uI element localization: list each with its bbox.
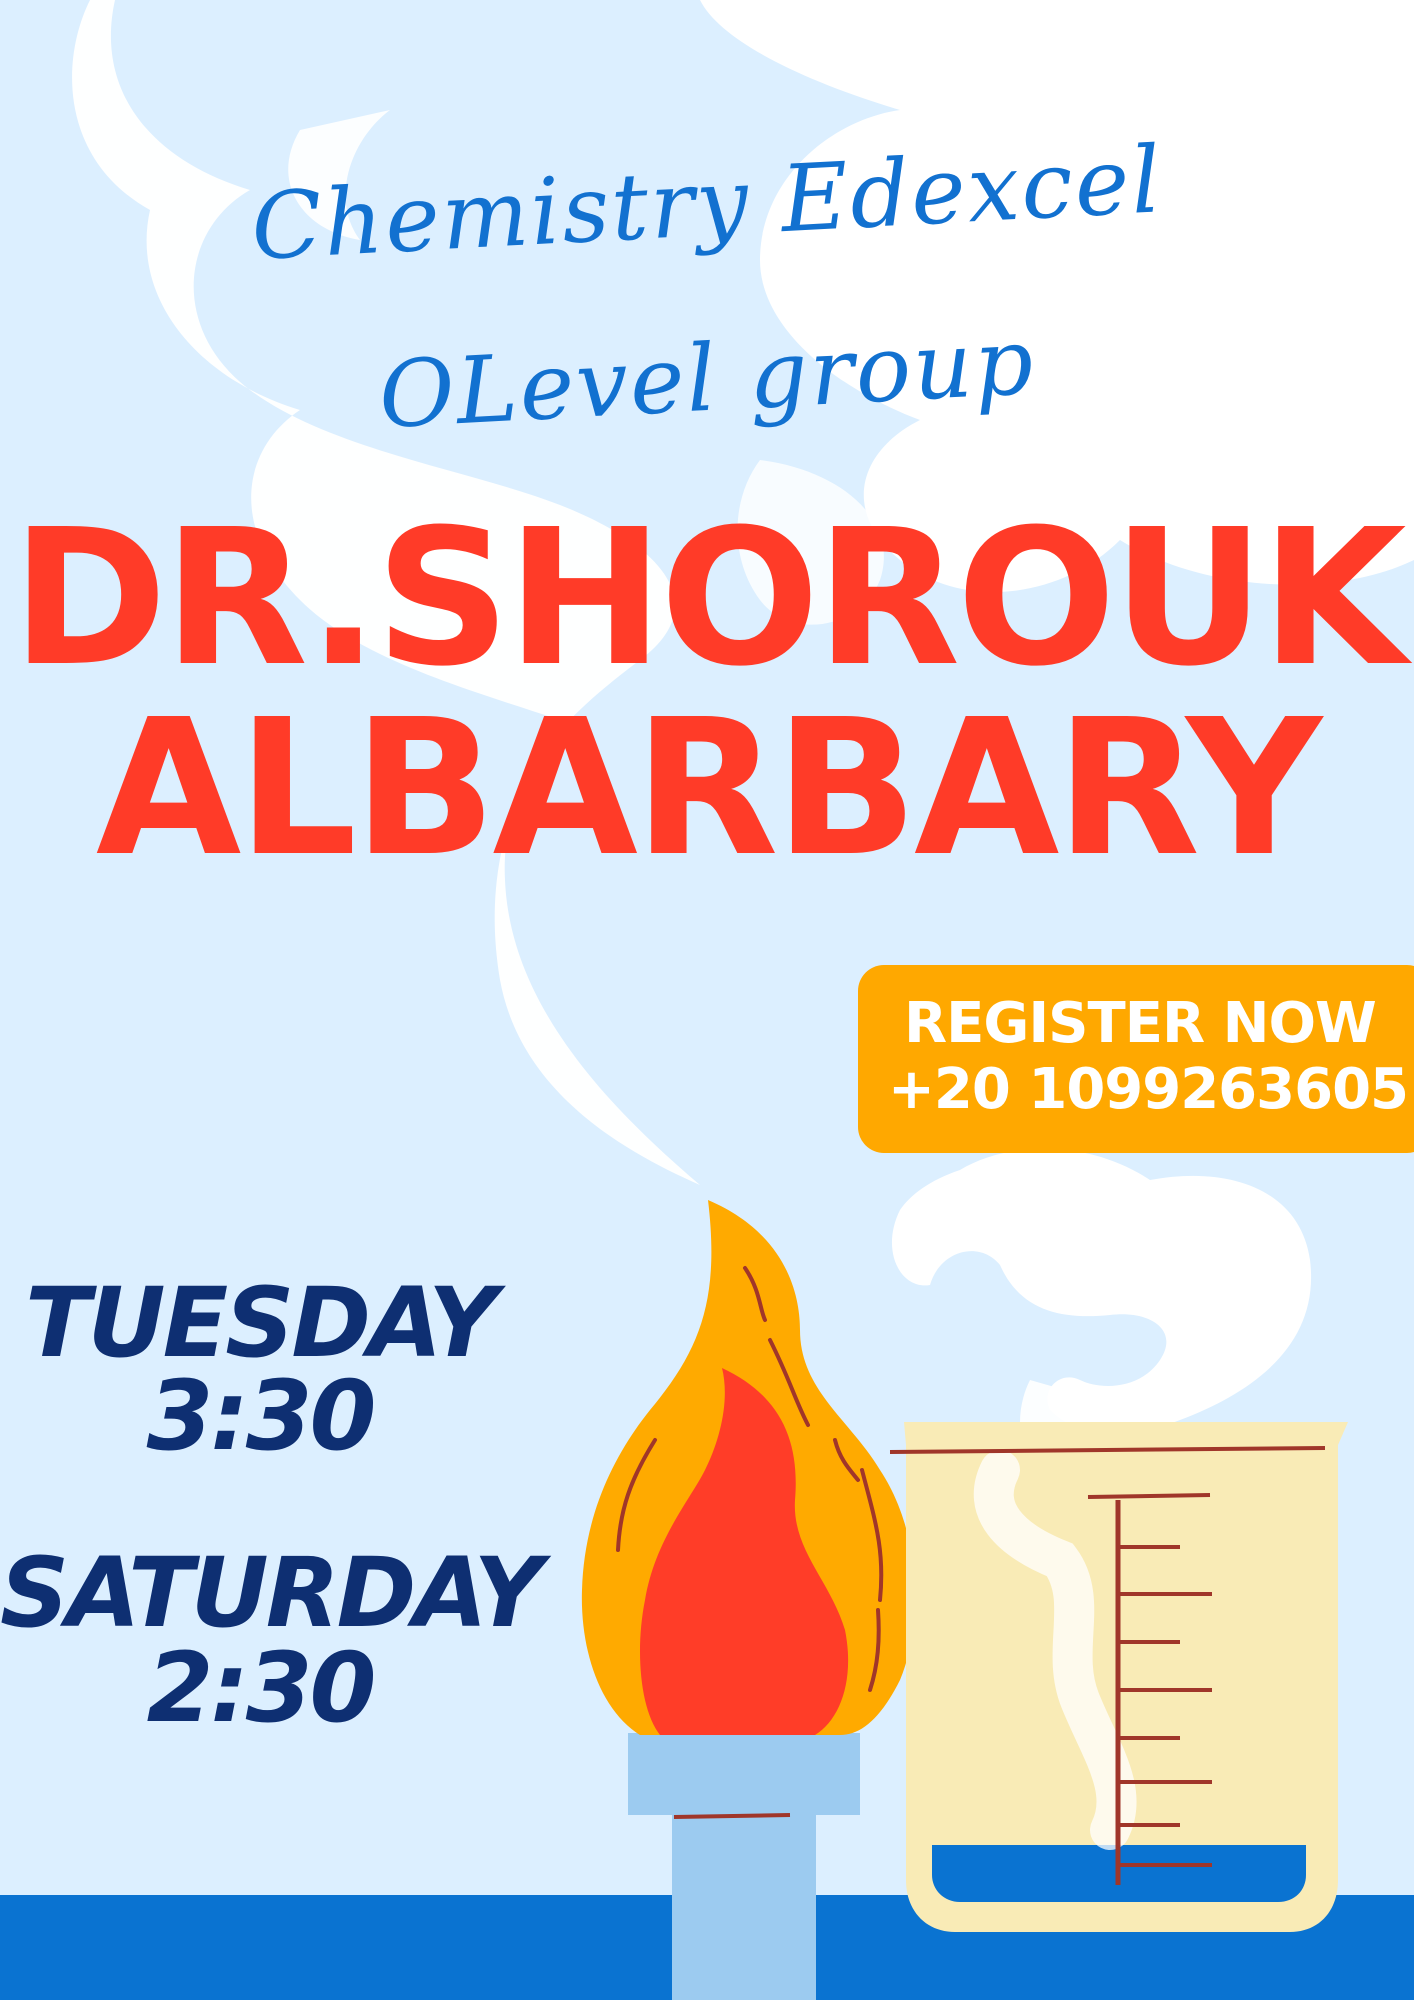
schedule-day-saturday: SATURDAY [0, 1537, 543, 1649]
schedule-day-tuesday: TUESDAY [25, 1267, 498, 1379]
poster: Chemistry Edexcel OLevel group DR.SHOROU… [0, 0, 1414, 2000]
register-phone-number[interactable]: +20 1099263605 [888, 1057, 1414, 1123]
teacher-name-line-1: DR.SHOROUK [11, 489, 1406, 708]
register-title: REGISTER NOW [904, 991, 1377, 1056]
register-now-badge[interactable]: REGISTER NOW +20 1099263605 [858, 965, 1414, 1153]
bunsen-burner-flame-icon [581, 1200, 916, 2000]
schedule-time-saturday: 2:30 [146, 1632, 377, 1744]
beaker-icon [889, 1422, 1348, 1932]
teacher-name-line-2: ALBARBARY [95, 679, 1322, 898]
schedule-time-tuesday: 3:30 [146, 1360, 377, 1472]
